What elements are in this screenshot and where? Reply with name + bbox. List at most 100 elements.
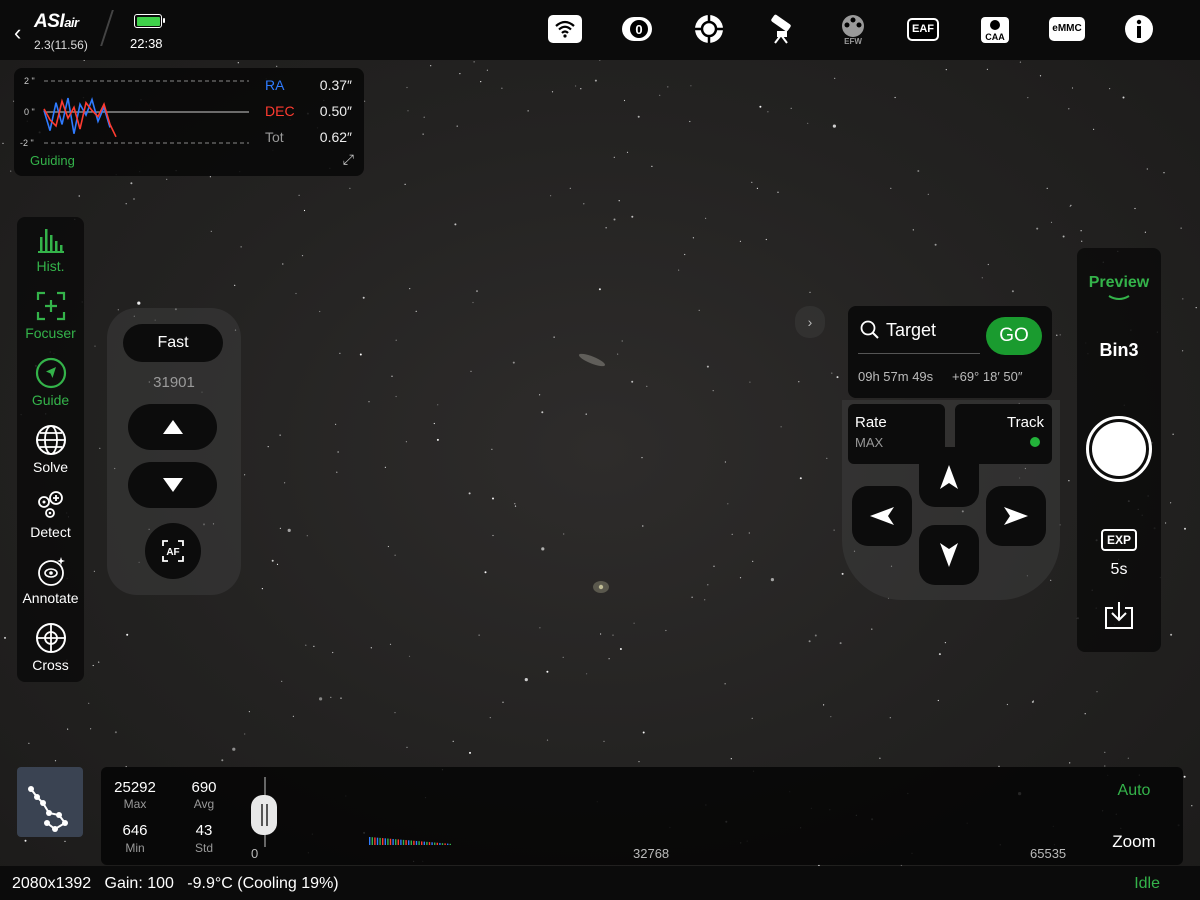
star <box>749 381 751 383</box>
histogram-stretch-handle[interactable] <box>251 795 277 835</box>
star <box>452 740 454 742</box>
star <box>1093 128 1095 130</box>
star <box>287 528 291 533</box>
star <box>1068 480 1070 482</box>
camera-count: 0 <box>635 22 642 37</box>
chevron-down-icon <box>1108 295 1130 300</box>
capture-mode-selector[interactable]: Preview <box>1077 274 1161 292</box>
star <box>166 178 168 180</box>
star <box>631 380 634 383</box>
star <box>633 622 635 624</box>
expand-icon[interactable]: ⤢ <box>343 151 354 168</box>
target-input[interactable]: Target <box>886 320 936 341</box>
top-bar: ‹ ASIair 2.3(11.56) 22:38 0 EFW EAF CAA … <box>0 0 1200 60</box>
guiding-panel[interactable]: 2 " 0 " -2 " RA 0.37″ DEC 0.50″ Tot 0.62… <box>14 68 364 176</box>
star <box>770 578 775 582</box>
star <box>405 441 407 443</box>
star <box>395 395 397 398</box>
back-chevron-icon[interactable]: ‹ <box>14 20 21 46</box>
star <box>282 263 284 265</box>
focuser-down-button[interactable] <box>128 462 217 508</box>
star <box>423 116 425 118</box>
info-icon[interactable] <box>1122 14 1156 44</box>
star <box>826 457 828 459</box>
histogram-bar <box>449 843 451 845</box>
star <box>1036 227 1039 230</box>
star <box>553 336 555 338</box>
histogram-bar <box>415 840 418 845</box>
tool-hist-label: Hist. <box>36 258 65 274</box>
star <box>765 238 767 241</box>
star <box>1182 298 1184 300</box>
exposure-value[interactable]: 5s <box>1077 561 1161 579</box>
star <box>137 301 141 305</box>
focuser-speed-button[interactable]: Fast <box>123 324 223 362</box>
star <box>330 696 332 698</box>
wifi-icon[interactable] <box>548 14 582 44</box>
binning-selector[interactable]: Bin3 <box>1077 340 1161 361</box>
histogram-bar <box>376 837 379 845</box>
focuser-up-button[interactable] <box>128 404 217 450</box>
save-download-icon[interactable] <box>1103 600 1135 630</box>
star <box>437 404 439 406</box>
star <box>54 760 57 762</box>
tool-focuser[interactable]: Focuser <box>17 286 84 352</box>
star <box>594 79 597 82</box>
tool-detect-label: Detect <box>30 524 71 540</box>
star <box>598 288 601 291</box>
tool-guide[interactable]: Guide <box>17 353 84 419</box>
exposure-icon[interactable]: EXP <box>1101 529 1137 551</box>
efw-label: EFW <box>844 37 862 45</box>
star <box>491 448 493 450</box>
histogram-bar <box>444 843 446 845</box>
rotator-caa-icon[interactable]: CAA <box>978 14 1012 44</box>
star <box>406 86 408 89</box>
star <box>605 227 607 229</box>
triangle-up-icon <box>162 420 183 434</box>
tool-annotate[interactable]: Annotate <box>17 551 84 617</box>
mount-west-button[interactable] <box>852 486 912 546</box>
mount-north-button[interactable] <box>919 447 979 507</box>
star <box>767 111 769 113</box>
goto-button[interactable]: GO <box>986 317 1042 355</box>
star-map-thumbnail[interactable] <box>17 767 83 837</box>
mount-south-button[interactable] <box>919 525 979 585</box>
storage-emmc-icon[interactable]: eMMC <box>1049 14 1085 44</box>
star <box>665 629 667 632</box>
star <box>1096 691 1098 693</box>
tool-cross[interactable]: Cross <box>17 618 84 684</box>
zoom-button[interactable]: Zoom <box>1104 832 1164 852</box>
focuser-eaf-icon[interactable]: EAF <box>906 14 940 44</box>
camera-icon[interactable]: 0 <box>620 14 654 44</box>
guiding-graph: 2 " 0 " -2 " <box>20 76 249 148</box>
tool-detect[interactable]: Detect <box>17 485 84 551</box>
star <box>24 839 27 842</box>
star <box>394 712 396 714</box>
star <box>303 209 306 212</box>
star <box>814 634 817 637</box>
arrow-left-icon <box>870 507 894 525</box>
collapse-panel-button[interactable]: › <box>795 306 825 338</box>
tool-solve[interactable]: Solve <box>17 420 84 486</box>
auto-stretch-button[interactable]: Auto <box>1104 782 1164 800</box>
filter-wheel-icon[interactable]: EFW <box>836 14 870 45</box>
tool-hist[interactable]: Hist. <box>17 219 84 285</box>
star <box>704 599 706 601</box>
tool-cross-label: Cross <box>32 657 69 673</box>
histogram-bar <box>431 842 433 845</box>
star <box>468 492 471 495</box>
shutter-button[interactable] <box>1086 416 1152 482</box>
mount-east-button[interactable] <box>986 486 1046 546</box>
histogram-graph <box>369 837 451 845</box>
target-dec: +69° 18′ 50″ <box>952 369 1023 384</box>
star <box>478 634 480 636</box>
star <box>469 751 471 754</box>
star <box>1170 502 1172 504</box>
arrow-down-icon <box>940 543 958 567</box>
autofocus-button[interactable]: AF <box>145 523 201 579</box>
star <box>2 142 4 144</box>
star <box>295 292 297 295</box>
telescope-mount-icon[interactable] <box>764 14 798 44</box>
star <box>313 645 315 647</box>
guide-target-icon[interactable] <box>692 14 726 44</box>
